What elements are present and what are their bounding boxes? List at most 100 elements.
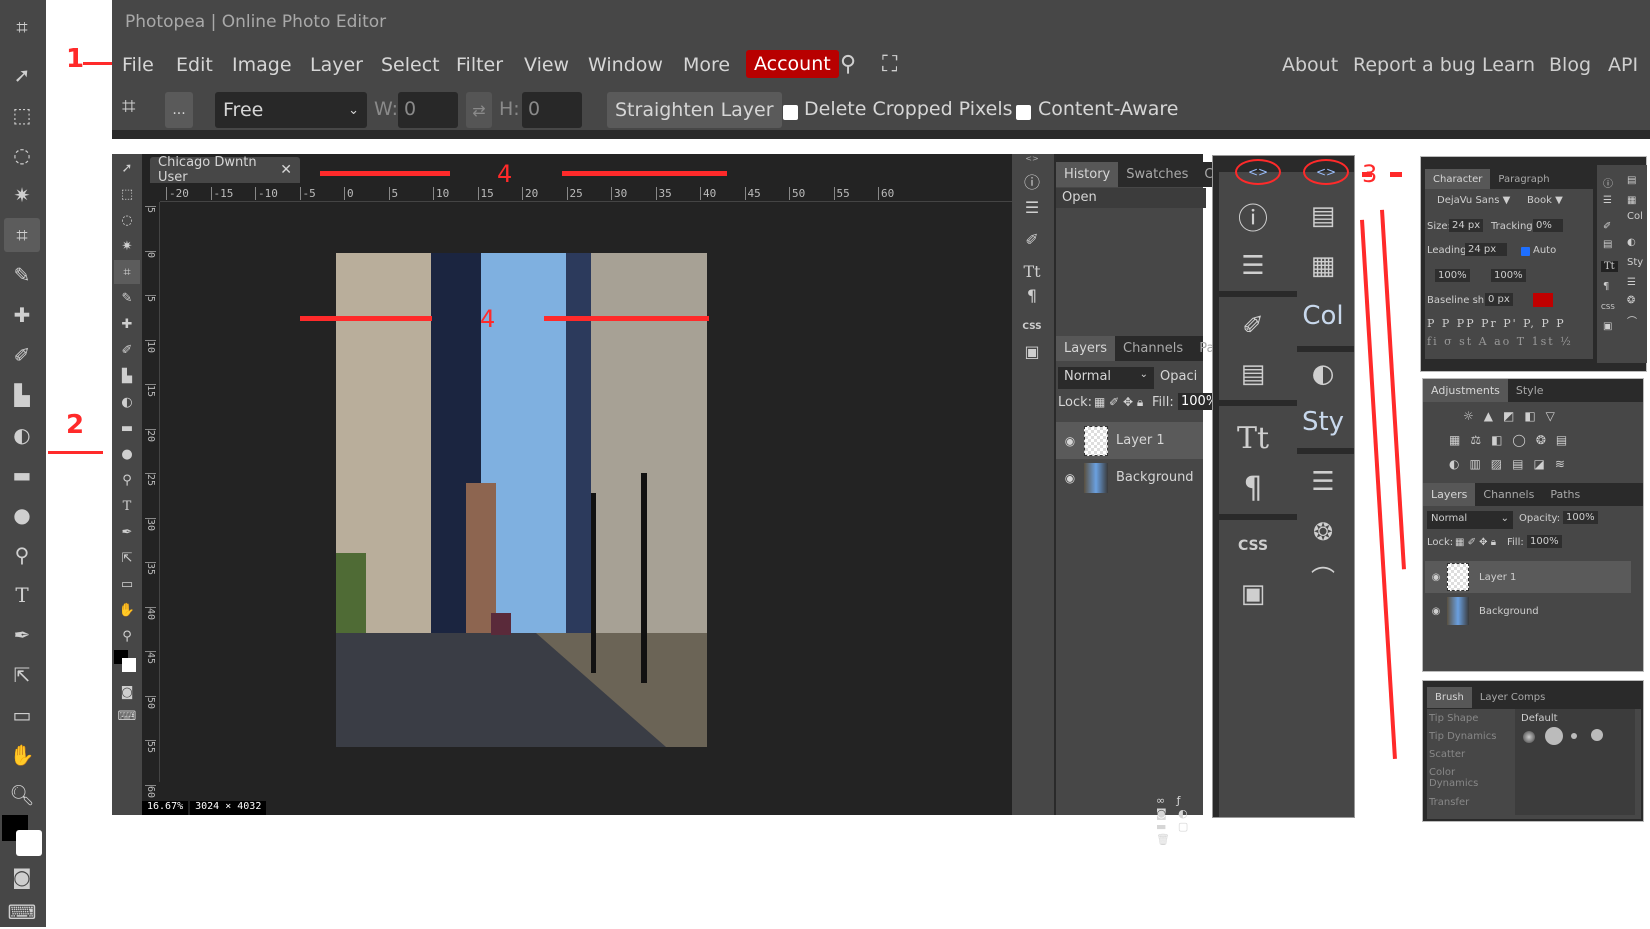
height-input[interactable]: 0 bbox=[522, 92, 582, 128]
image-icon[interactable]: ▣ bbox=[1223, 574, 1283, 614]
stamp-tool-icon[interactable]: ▙ bbox=[114, 364, 140, 388]
paths-icon[interactable]: ⌒ bbox=[1293, 556, 1353, 596]
close-icon[interactable]: ✕ bbox=[280, 162, 292, 178]
tab-style[interactable]: Style bbox=[1508, 379, 1552, 402]
properties-icon[interactable]: ☰ bbox=[1012, 194, 1052, 220]
eyedropper-icon[interactable]: ✎ bbox=[114, 286, 140, 310]
style-panel-label[interactable]: Sty bbox=[1293, 402, 1353, 442]
history-item[interactable]: Open bbox=[1056, 188, 1206, 208]
collapse-icon[interactable]: <> bbox=[1012, 154, 1052, 163]
layer-row[interactable]: ◉ Layer 1 bbox=[1056, 422, 1203, 459]
tab-layers[interactable]: Layers bbox=[1423, 483, 1476, 506]
adjustments-icon[interactable]: ◐ bbox=[1627, 237, 1636, 248]
eyedropper-icon[interactable]: ✎ bbox=[4, 258, 40, 292]
layers-footer-icons[interactable]: ∞ ƒ ◙ ◐ ▬ ▢ 🗑︎ bbox=[1156, 794, 1203, 846]
paragraph-icon[interactable]: ¶ bbox=[1012, 282, 1052, 308]
fill-input[interactable]: 100% bbox=[1527, 535, 1562, 548]
font-family-select[interactable]: DejaVu Sans ▼ bbox=[1437, 195, 1510, 206]
font-style-select[interactable]: Book ▼ bbox=[1527, 195, 1563, 206]
text-style-buttons[interactable]: P P PP Pr P' P, P P bbox=[1427, 317, 1566, 330]
adjustment-icons-row3[interactable]: ◐▥▨▤◪≋ bbox=[1449, 457, 1575, 471]
link-learn[interactable]: Learn bbox=[1482, 54, 1535, 76]
healing-brush-icon[interactable]: ✚ bbox=[4, 298, 40, 332]
eye-icon[interactable]: ◉ bbox=[1056, 471, 1084, 485]
canvas-area[interactable]: Chicago Dwntn User ✕ -20 -15 -10 -5 0 5 10 15 20… bbox=[142, 154, 1012, 815]
document-tab[interactable]: Chicago Dwntn User ✕ bbox=[150, 155, 300, 185]
layers-icon[interactable]: ☰ bbox=[1627, 277, 1636, 288]
keyboard-icon[interactable]: ⌨ bbox=[4, 895, 40, 929]
brush-preset[interactable] bbox=[1523, 731, 1535, 743]
account-button[interactable]: Account bbox=[746, 50, 839, 78]
lock-icons[interactable]: ▦ ✐ ✥ 🔒︎ bbox=[1094, 395, 1143, 410]
link-blog[interactable]: Blog bbox=[1549, 54, 1591, 76]
delete-cropped-checkbox[interactable] bbox=[783, 105, 798, 120]
preset-folder[interactable]: Default bbox=[1521, 713, 1558, 724]
eraser-tool-icon[interactable]: ◐ bbox=[114, 390, 140, 414]
brush-tool-icon[interactable]: ✐ bbox=[4, 338, 40, 372]
channels-icon[interactable]: ❂ bbox=[1627, 295, 1635, 306]
pen-tool-icon[interactable]: ✒ bbox=[114, 520, 140, 544]
image-icon[interactable]: ▣ bbox=[1012, 338, 1052, 364]
move-tool-icon[interactable]: ➚ bbox=[114, 156, 140, 180]
lock-icons[interactable]: ▦ ✐ ✥ 🔒︎ bbox=[1455, 537, 1496, 548]
opacity-input[interactable]: 100% bbox=[1563, 511, 1598, 524]
gradient-tool-icon[interactable]: ▬ bbox=[114, 416, 140, 440]
keyboard-icon[interactable]: ⌨ bbox=[114, 704, 140, 728]
character-icon[interactable]: Tt bbox=[1012, 258, 1052, 284]
menu-layer[interactable]: Layer bbox=[310, 54, 363, 76]
tab-character[interactable]: Character bbox=[1425, 169, 1491, 190]
menu-filter[interactable]: Filter bbox=[456, 54, 503, 76]
menu-image[interactable]: Image bbox=[232, 54, 292, 76]
horizontal-scale-input[interactable]: 100% bbox=[1491, 269, 1526, 282]
blur-tool-icon[interactable]: ● bbox=[114, 442, 140, 466]
marquee-tool-icon[interactable]: ⬚ bbox=[4, 98, 40, 132]
image-icon[interactable]: ▣ bbox=[1603, 321, 1612, 332]
tab-channels[interactable]: Channels bbox=[1475, 483, 1542, 506]
info-icon[interactable]: ⓘ bbox=[1012, 168, 1052, 194]
path-select-icon[interactable]: ⇱ bbox=[114, 546, 140, 570]
blur-tool-icon[interactable]: ● bbox=[4, 498, 40, 532]
search-icon[interactable]: ⚲ bbox=[840, 52, 856, 77]
paths-icon[interactable]: ⌒ bbox=[1627, 313, 1637, 328]
tab-layer-comps[interactable]: Layer Comps bbox=[1472, 687, 1553, 708]
brush-option[interactable]: Scatter bbox=[1429, 749, 1465, 760]
color-panel-label[interactable]: Col bbox=[1293, 296, 1353, 336]
brush-tool-icon[interactable]: ✐ bbox=[114, 338, 140, 362]
tab-paths[interactable]: Paths bbox=[1542, 483, 1588, 506]
css-icon[interactable]: CSS bbox=[1012, 316, 1052, 338]
lasso-tool-icon[interactable]: ◌ bbox=[4, 138, 40, 172]
eye-icon[interactable]: ◉ bbox=[1425, 572, 1447, 583]
dodge-tool-icon[interactable]: ⚲ bbox=[4, 538, 40, 572]
shape-tool-icon[interactable]: ▭ bbox=[4, 698, 40, 732]
expand-panel-icon[interactable]: <> bbox=[1235, 159, 1281, 185]
baseline-input[interactable]: 0 px bbox=[1485, 293, 1513, 306]
history-icon[interactable]: ▤ bbox=[1293, 196, 1353, 236]
swatches-icon[interactable]: ▦ bbox=[1627, 195, 1636, 206]
layer-comps-icon[interactable]: ▤ bbox=[1603, 239, 1612, 250]
zoom-tool-icon[interactable]: ⚲ bbox=[114, 624, 140, 648]
tab-channels[interactable]: Channels bbox=[1115, 336, 1191, 361]
dodge-tool-icon[interactable]: ⚲ bbox=[114, 468, 140, 492]
ratio-select[interactable]: Free ⌄ bbox=[215, 92, 367, 128]
menu-file[interactable]: File bbox=[122, 54, 154, 76]
brush-option[interactable]: Transfer bbox=[1429, 797, 1469, 808]
layer-row[interactable]: ◉ Background bbox=[1425, 595, 1631, 627]
tab-brush[interactable]: Brush bbox=[1427, 687, 1472, 708]
opentype-buttons[interactable]: fi σ st A ao T 1st ½ bbox=[1427, 335, 1573, 348]
brush-settings-icon[interactable]: ✐ bbox=[1603, 221, 1611, 232]
crop-tool-icon[interactable]: ⌗ bbox=[4, 218, 40, 252]
quick-mask-icon[interactable]: ◙ bbox=[114, 680, 140, 704]
swatches-icon[interactable]: ▦ bbox=[1293, 246, 1353, 286]
swap-dimensions-button[interactable]: ⇄ bbox=[466, 92, 492, 128]
brush-preset[interactable] bbox=[1545, 727, 1563, 745]
menu-select[interactable]: Select bbox=[381, 54, 440, 76]
marquee-tool-icon[interactable]: ⬚ bbox=[114, 182, 140, 206]
brush-settings-icon[interactable]: ✐ bbox=[1012, 226, 1052, 252]
menu-edit[interactable]: Edit bbox=[176, 54, 213, 76]
more-options-button[interactable]: ... bbox=[165, 92, 193, 128]
gradient-tool-icon[interactable]: ▬ bbox=[4, 458, 40, 492]
menu-more[interactable]: More bbox=[683, 54, 730, 76]
info-icon[interactable]: ⓘ bbox=[1603, 175, 1613, 190]
document-image[interactable] bbox=[336, 253, 707, 747]
size-input[interactable]: 24 px bbox=[1449, 219, 1484, 232]
